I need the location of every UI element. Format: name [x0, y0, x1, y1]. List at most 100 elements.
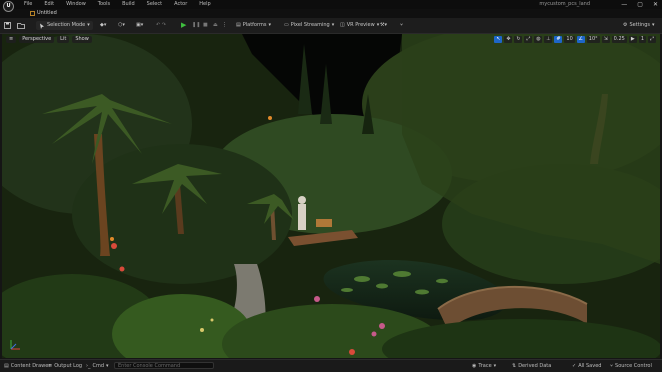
undo-history-button[interactable]: ↶ ↷: [156, 21, 166, 30]
level-viewport[interactable]: ≡ Perspective Lit Show ↖ ✥ ↻ ⤢ ◍ ⊥ # 10 …: [2, 34, 660, 358]
viewport-options-button[interactable]: ≡: [6, 36, 17, 43]
show-dropdown[interactable]: Show: [72, 36, 92, 43]
output-log-label: Output Log: [54, 363, 83, 369]
clapper-icon: ▣▾: [136, 22, 144, 28]
settings-label: Settings: [629, 22, 650, 28]
viewport-toolbar: ≡ Perspective Lit Show ↖ ✥ ↻ ⤢ ◍ ⊥ # 10 …: [2, 34, 660, 44]
document-tab-bar: Untitled: [0, 9, 662, 18]
cinematics-button[interactable]: ▣▾: [136, 21, 143, 30]
maximize-viewport-icon[interactable]: ⤢: [648, 36, 656, 43]
modeling-tools-button[interactable]: ⚒▾: [380, 21, 387, 30]
trace-icon: ◉: [472, 363, 477, 369]
perspective-dropdown[interactable]: Perspective: [19, 36, 55, 43]
chevron-down-icon: ▾: [652, 22, 655, 28]
platforms-icon: ▤: [236, 22, 241, 28]
content-drawer-button[interactable]: ▤ Content Drawer: [4, 362, 50, 370]
menu-item-select[interactable]: Select: [147, 0, 162, 9]
pixel-streaming-icon: ▭: [284, 22, 289, 28]
select-tool-icon[interactable]: ↖: [494, 36, 503, 43]
world-space-icon[interactable]: ◍: [534, 36, 543, 43]
drawer-icon: ▤: [4, 363, 9, 369]
menu-item-build[interactable]: Build: [122, 0, 135, 9]
menu-item-help[interactable]: Help: [199, 0, 210, 9]
source-control-button[interactable]: ⑂: [400, 21, 403, 30]
scale-tool-icon[interactable]: ⤢: [524, 36, 533, 43]
output-log-button[interactable]: ≣ Output Log: [48, 362, 82, 370]
menu-item-actor[interactable]: Actor: [174, 0, 187, 9]
stop-button[interactable]: ■: [203, 21, 208, 30]
selection-mode-label: Selection Mode: [47, 22, 86, 28]
lit-dropdown[interactable]: Lit: [57, 36, 70, 43]
vr-preview-label: VR Preview: [346, 22, 375, 28]
folder-icon: [17, 23, 25, 29]
pause-button[interactable]: ❚❚: [192, 21, 200, 30]
level-icon: [30, 11, 35, 16]
pixel-streaming-dropdown[interactable]: ▭ Pixel Streaming ▾: [284, 21, 334, 30]
menu-bar: U File Edit Window Tools Build Select Ac…: [0, 0, 662, 12]
angle-snap-icon[interactable]: ∠: [576, 36, 585, 43]
content-browser-button[interactable]: [17, 21, 25, 30]
chevron-down-icon: ▾: [268, 22, 271, 28]
play-options-button[interactable]: ⋮: [222, 21, 227, 30]
translate-tool-icon[interactable]: ✥: [504, 36, 513, 43]
play-button[interactable]: ▶: [181, 21, 186, 30]
content-drawer-label: Content Drawer: [10, 363, 51, 369]
settings-dropdown[interactable]: ⚙ Settings ▾: [623, 21, 655, 30]
add-content-button[interactable]: ◆▾: [100, 21, 106, 30]
trace-dropdown[interactable]: ◉ Trace ▾: [472, 362, 496, 370]
tab-level[interactable]: Untitled: [26, 10, 61, 17]
play-icon: ▶: [181, 21, 187, 29]
menu-item-edit[interactable]: Edit: [44, 0, 54, 9]
minimize-button[interactable]: —: [621, 0, 627, 9]
vr-headset-icon: ◫: [340, 22, 345, 28]
surface-snap-icon[interactable]: ⊥: [544, 36, 553, 43]
chevron-down-icon: ▾: [87, 22, 90, 28]
scale-snap-icon[interactable]: ⇲: [601, 36, 610, 43]
blueprint-button[interactable]: ⬡▾: [118, 21, 125, 30]
main-toolbar: Selection Mode ▾ ◆▾ ⬡▾ ▣▾ ↶ ↷ ▶ ❚❚ ■ ⏏ ⋮…: [0, 18, 662, 34]
all-saved-label: All Saved: [578, 363, 602, 369]
grid-snap-icon[interactable]: #: [554, 36, 563, 43]
eject-button[interactable]: ⏏: [213, 21, 218, 30]
menu-item-tools[interactable]: Tools: [98, 0, 110, 9]
blueprint-icon: ⬡▾: [118, 22, 125, 28]
maximize-button[interactable]: ▢: [637, 0, 643, 9]
main-menu: File Edit Window Tools Build Select Acto…: [24, 0, 223, 9]
menu-item-window[interactable]: Window: [66, 0, 86, 9]
source-control-status-button[interactable]: ⑂ Source Control: [610, 362, 652, 370]
derived-data-button[interactable]: ⇅ Derived Data: [512, 362, 551, 370]
derived-data-label: Derived Data: [518, 363, 552, 369]
eject-icon: ⏏: [213, 22, 218, 28]
camera-speed-value[interactable]: 1: [638, 36, 646, 43]
chevron-down-icon: ▾: [106, 363, 109, 369]
angle-snap-value[interactable]: 10°: [586, 36, 600, 43]
more-vertical-icon: ⋮: [222, 22, 227, 28]
garden-scene-image: [2, 34, 660, 358]
menu-item-file[interactable]: File: [24, 0, 32, 9]
wrench-icon: ⚒▾: [380, 22, 387, 28]
vr-preview-dropdown[interactable]: ◫ VR Preview ▾: [340, 21, 379, 30]
history-icon: ↶ ↷: [156, 22, 166, 28]
status-bar: ▤ Content Drawer ≣ Output Log ›_ Cmd ▾ E…: [0, 359, 662, 372]
source-control-icon: ⑂: [610, 363, 614, 369]
chevron-down-icon: ▾: [331, 22, 335, 28]
scale-snap-value[interactable]: 0.25: [611, 36, 627, 43]
save-button[interactable]: [4, 21, 11, 30]
console-command-input[interactable]: Enter Console Command: [114, 362, 214, 369]
unreal-logo-icon[interactable]: U: [3, 1, 14, 12]
grid-snap-value[interactable]: 10: [564, 36, 575, 43]
save-status-icon: ✓: [572, 363, 577, 369]
selection-mode-dropdown[interactable]: Selection Mode ▾: [36, 21, 93, 30]
close-button[interactable]: ✕: [653, 0, 658, 9]
chevron-down-icon: ▾: [493, 363, 497, 369]
camera-speed-icon[interactable]: ▶: [628, 36, 637, 43]
gear-icon: ⚙: [623, 22, 628, 28]
all-saved-button[interactable]: ✓ All Saved: [572, 362, 601, 370]
log-icon: ≣: [48, 363, 53, 369]
save-icon: [4, 22, 11, 29]
terminal-icon: ›_: [86, 363, 91, 369]
platforms-dropdown[interactable]: ▤ Platforms ▾: [236, 21, 271, 30]
level-tab-label: Untitled: [37, 10, 57, 16]
rotate-tool-icon[interactable]: ↻: [514, 36, 523, 43]
cmd-dropdown[interactable]: ›_ Cmd ▾: [86, 362, 109, 370]
